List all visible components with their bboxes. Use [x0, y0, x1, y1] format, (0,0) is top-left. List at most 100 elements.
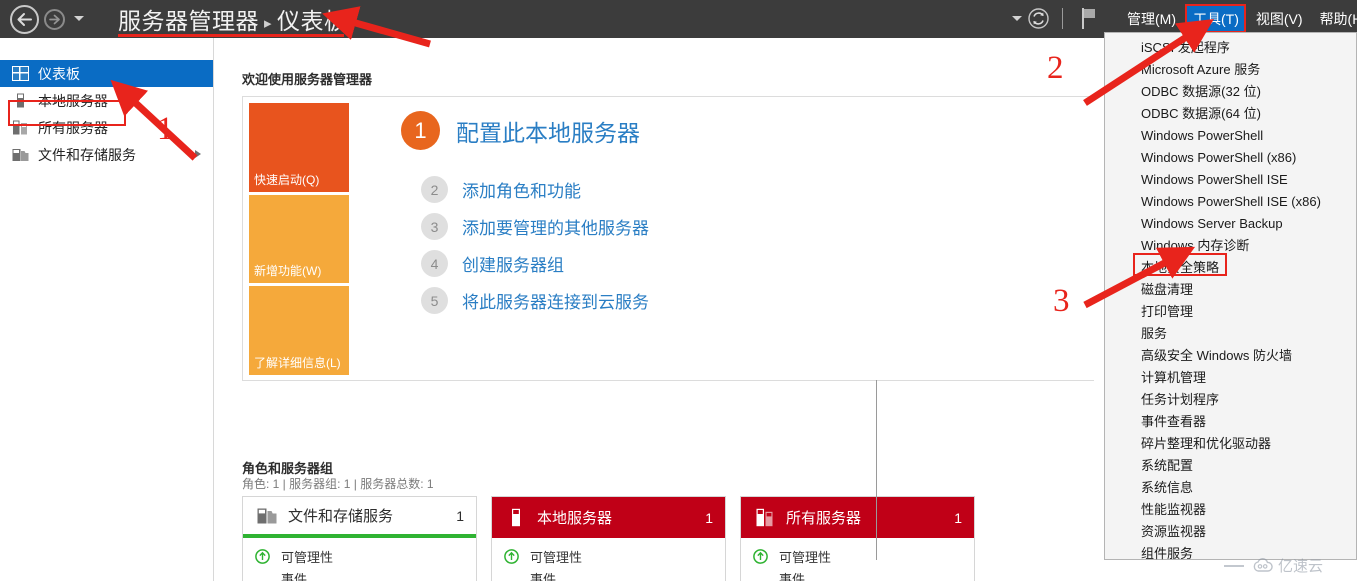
tools-menu-item[interactable]: 资源监视器: [1105, 521, 1356, 543]
menu-help[interactable]: 帮助(H): [1313, 5, 1357, 33]
step-label[interactable]: 添加角色和功能: [462, 177, 581, 202]
step-number-badge: 2: [421, 176, 448, 203]
welcome-heading: 欢迎使用服务器管理器: [242, 72, 373, 87]
step-number-badge: 3: [421, 213, 448, 240]
card-row-label: 可管理性: [530, 549, 583, 565]
tools-menu-item[interactable]: 事件查看器: [1105, 411, 1356, 433]
step-label[interactable]: 将此服务器连接到云服务: [462, 288, 649, 313]
tile-label: 快速启动(Q): [254, 172, 320, 187]
role-card-file-storage[interactable]: 文件和存储服务 1 可管理性 事件: [242, 496, 477, 581]
tools-menu-item[interactable]: 任务计划程序: [1105, 389, 1356, 411]
role-card-local-server[interactable]: 本地服务器 1 可管理性 事件: [491, 496, 726, 581]
sidebar-item-label: 仪表板: [38, 65, 80, 82]
step-label[interactable]: 配置此本地服务器: [456, 114, 640, 148]
tools-menu-item[interactable]: Windows PowerShell ISE (x86): [1105, 191, 1356, 213]
step-add-other-servers[interactable]: 3 添加要管理的其他服务器: [421, 213, 1083, 240]
dashboard-content: 欢迎使用服务器管理器 快速启动(Q) 新增功能(W) 了解详细信息(L) 1 配…: [214, 38, 1094, 581]
refresh-icon[interactable]: [1027, 7, 1050, 30]
sidebar-item-label: 文件和存储服务: [38, 146, 136, 163]
setup-steps-list: 1 配置此本地服务器 2 添加角色和功能 3 添加要管理的其他服务器 4 创建服…: [393, 111, 1083, 324]
sidebar-item-dashboard[interactable]: 仪表板: [0, 60, 213, 87]
card-body: 可管理性 事件 2 服务: [741, 538, 974, 581]
tools-menu-item[interactable]: Windows PowerShell ISE: [1105, 169, 1356, 191]
tools-menu-item[interactable]: Windows Server Backup: [1105, 213, 1356, 235]
card-row-label: 可管理性: [779, 549, 832, 565]
menu-manage[interactable]: 管理(M): [1120, 5, 1183, 33]
card-row-manageability[interactable]: 可管理性: [243, 545, 476, 567]
history-chevron-down-icon[interactable]: [74, 16, 84, 21]
tools-dropdown-menu: iSCSI 发起程序 Microsoft Azure 服务 ODBC 数据源(3…: [1104, 32, 1357, 561]
card-title: 本地服务器: [537, 510, 613, 527]
breadcrumb: 服务器管理器 ▸ 仪表板: [118, 2, 348, 36]
status-ok-icon: [504, 548, 519, 564]
tools-menu-item[interactable]: 碎片整理和优化驱动器: [1105, 433, 1356, 455]
breadcrumb-annotation-underline: [118, 34, 344, 37]
tools-menu-item[interactable]: 性能监视器: [1105, 499, 1356, 521]
watermark-rule: [1224, 565, 1244, 567]
tools-menu-item[interactable]: Windows PowerShell: [1105, 125, 1356, 147]
step-label[interactable]: 创建服务器组: [462, 251, 564, 276]
flag-notification-icon[interactable]: [1080, 7, 1098, 30]
card-row-events[interactable]: 事件: [741, 567, 974, 581]
sidebar-item-label: 本地服务器: [38, 92, 108, 109]
watermark: 亿速云: [1252, 555, 1323, 576]
sidebar-item-file-storage-services[interactable]: 文件和存储服务: [0, 141, 213, 168]
card-row-events[interactable]: 事件: [243, 567, 476, 581]
tools-menu-item[interactable]: Windows 内存诊断: [1105, 235, 1356, 257]
card-row-manageability[interactable]: 可管理性: [492, 545, 725, 567]
step-number-badge: 4: [421, 250, 448, 277]
watermark-text: 亿速云: [1278, 558, 1324, 575]
roles-card-grid: 文件和存储服务 1 可管理性 事件 本地服务器 1 可管理性 事件 所有服务器 …: [242, 496, 975, 581]
sidebar-item-all-servers[interactable]: 所有服务器: [0, 114, 213, 141]
tools-menu-item[interactable]: 磁盘清理: [1105, 279, 1356, 301]
card-row-label: 可管理性: [281, 549, 334, 565]
tile-learn-more[interactable]: 了解详细信息(L): [249, 286, 349, 376]
tile-quick-start[interactable]: 快速启动(Q): [249, 103, 349, 192]
card-row-manageability[interactable]: 可管理性: [741, 545, 974, 567]
sidebar-item-local-server[interactable]: 本地服务器: [0, 87, 213, 114]
card-body: 可管理性 事件 2 服务: [492, 538, 725, 581]
card-row-label: 事件: [530, 571, 557, 581]
tile-label: 了解详细信息(L): [254, 356, 341, 371]
back-arrow-icon[interactable]: [10, 5, 39, 34]
step-add-roles-features[interactable]: 2 添加角色和功能: [421, 176, 1083, 203]
tools-menu-item[interactable]: Windows PowerShell (x86): [1105, 147, 1356, 169]
tools-menu-item[interactable]: 系统信息: [1105, 477, 1356, 499]
tools-menu-item[interactable]: 系统配置: [1105, 455, 1356, 477]
tools-menu-item[interactable]: 计算机管理: [1105, 367, 1356, 389]
cloud-icon: [1253, 557, 1273, 572]
file-storage-icon: [12, 149, 29, 161]
card-row-events[interactable]: 事件: [492, 567, 725, 581]
annotation-marker-3: 3: [1053, 283, 1070, 319]
sidebar-item-label: 所有服务器: [38, 119, 108, 136]
all-servers-icon: [756, 508, 773, 527]
step-create-server-group[interactable]: 4 创建服务器组: [421, 250, 1083, 277]
tools-menu-item[interactable]: iSCSI 发起程序: [1105, 37, 1356, 59]
tools-menu-item[interactable]: ODBC 数据源(64 位): [1105, 103, 1356, 125]
tools-menu-item[interactable]: 高级安全 Windows 防火墙: [1105, 345, 1356, 367]
breadcrumb-root[interactable]: 服务器管理器: [118, 8, 259, 34]
toolbar-chevron-down-icon[interactable]: [1012, 16, 1022, 21]
card-row-label: 事件: [281, 571, 308, 581]
card-row-label: 事件: [779, 571, 806, 581]
step-connect-cloud-services[interactable]: 5 将此服务器连接到云服务: [421, 287, 1083, 314]
card-count: 1: [705, 509, 713, 526]
welcome-panel: 快速启动(Q) 新增功能(W) 了解详细信息(L) 1 配置此本地服务器 2 添…: [242, 96, 1094, 381]
tile-label: 新增功能(W): [254, 264, 322, 279]
card-count: 1: [954, 509, 962, 526]
menu-view[interactable]: 视图(V): [1249, 5, 1310, 33]
card-header: 本地服务器 1: [492, 497, 725, 538]
step-configure-local-server[interactable]: 1 配置此本地服务器: [401, 111, 1083, 150]
forward-arrow-icon[interactable]: [44, 9, 65, 30]
tools-menu-item[interactable]: Microsoft Azure 服务: [1105, 59, 1356, 81]
tile-whats-new[interactable]: 新增功能(W): [249, 194, 349, 284]
menu-tools[interactable]: 工具(T): [1186, 5, 1246, 33]
tools-menu-item[interactable]: 服务: [1105, 323, 1356, 345]
status-ok-icon: [255, 548, 270, 564]
tools-menu-item[interactable]: 打印管理: [1105, 301, 1356, 323]
tools-menu-item[interactable]: ODBC 数据源(32 位): [1105, 81, 1356, 103]
chevron-right-icon[interactable]: [195, 150, 201, 158]
role-card-all-servers[interactable]: 所有服务器 1 可管理性 事件: [740, 496, 975, 581]
tools-menu-item-local-security-policy[interactable]: 本地安全策略: [1105, 257, 1356, 279]
step-label[interactable]: 添加要管理的其他服务器: [462, 214, 649, 239]
